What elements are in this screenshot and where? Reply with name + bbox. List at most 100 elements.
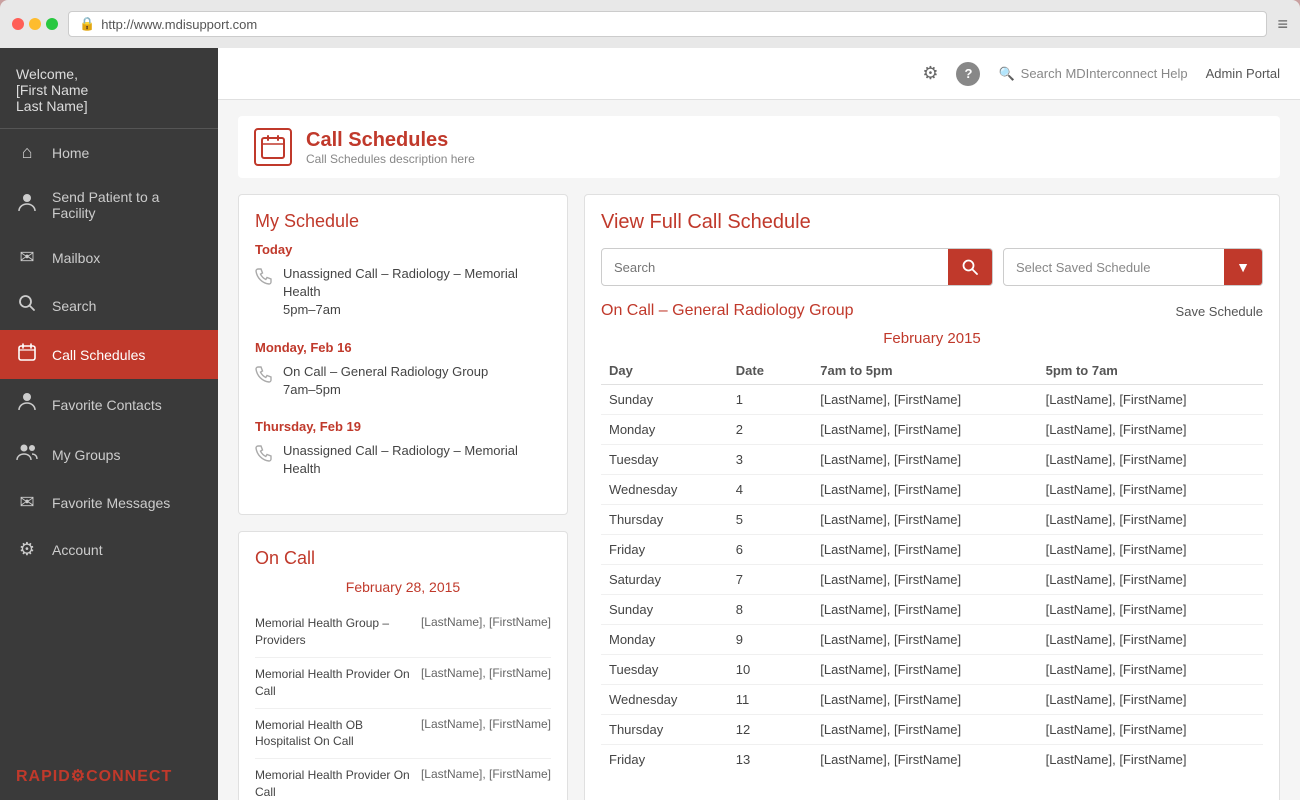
- messages-icon: ✉: [16, 492, 38, 513]
- cell-day: Thursday: [601, 715, 728, 745]
- cell-day: Saturday: [601, 565, 728, 595]
- cell-date: 11: [728, 685, 813, 715]
- sidebar: Welcome, [First Name Last Name] ⌂ Home S…: [0, 48, 218, 800]
- admin-portal-link[interactable]: Admin Portal: [1206, 66, 1280, 81]
- cell-day: Friday: [601, 535, 728, 565]
- dot-close[interactable]: [12, 18, 24, 30]
- sidebar-item-home[interactable]: ⌂ Home: [0, 129, 218, 176]
- schedule-item-feb16: On Call – General Radiology Group7am–5pm: [255, 363, 551, 409]
- cell-date: 4: [728, 475, 813, 505]
- chevron-down-icon[interactable]: ▼: [1224, 249, 1262, 285]
- sidebar-item-label: Home: [52, 145, 89, 161]
- oncall-group: Memorial Health Group – Providers: [255, 615, 421, 649]
- page-header: Call Schedules Call Schedules descriptio…: [238, 116, 1280, 178]
- oncall-name: [LastName], [FirstName]: [421, 666, 551, 680]
- cell-shift2: [LastName], [FirstName]: [1038, 625, 1263, 655]
- cell-date: 8: [728, 595, 813, 625]
- cell-shift1: [LastName], [FirstName]: [812, 595, 1037, 625]
- cell-date: 3: [728, 445, 813, 475]
- schedule-month: February 2015: [601, 330, 1263, 347]
- cell-date: 5: [728, 505, 813, 535]
- page-description: Call Schedules description here: [306, 152, 475, 166]
- cell-shift1: [LastName], [FirstName]: [812, 535, 1037, 565]
- search-submit-button[interactable]: [948, 249, 992, 285]
- cell-shift1: [LastName], [FirstName]: [812, 415, 1037, 445]
- sidebar-item-label: Call Schedules: [52, 347, 145, 363]
- cell-shift2: [LastName], [FirstName]: [1038, 565, 1263, 595]
- cell-shift1: [LastName], [FirstName]: [812, 475, 1037, 505]
- table-row: Friday 6 [LastName], [FirstName] [LastNa…: [601, 535, 1263, 565]
- cell-shift1: [LastName], [FirstName]: [812, 745, 1037, 775]
- sidebar-item-label: Send Patient to a Facility: [52, 189, 202, 221]
- table-row: Thursday 5 [LastName], [FirstName] [Last…: [601, 505, 1263, 535]
- oncall-name: [LastName], [FirstName]: [421, 767, 551, 781]
- browser-chrome: 🔒 http://www.mdisupport.com ≡: [0, 0, 1300, 48]
- sidebar-item-label: Favorite Contacts: [52, 397, 162, 413]
- person-icon: [16, 193, 38, 218]
- oncall-row: Memorial Health Provider On Call[LastNam…: [255, 759, 551, 800]
- cell-day: Monday: [601, 625, 728, 655]
- cell-date: 6: [728, 535, 813, 565]
- oncall-row: Memorial Health Provider On Call[LastNam…: [255, 658, 551, 709]
- dot-minimize[interactable]: [29, 18, 41, 30]
- col-header-shift1: 7am to 5pm: [812, 357, 1037, 385]
- table-row: Tuesday 3 [LastName], [FirstName] [LastN…: [601, 445, 1263, 475]
- help-icon[interactable]: ?: [956, 62, 980, 86]
- oncall-name: [LastName], [FirstName]: [421, 717, 551, 731]
- full-schedule-table: Day Date 7am to 5pm 5pm to 7am Sunday 1 …: [601, 357, 1263, 774]
- sidebar-item-label: My Groups: [52, 447, 120, 463]
- sidebar-item-call-schedules[interactable]: Call Schedules: [0, 330, 218, 379]
- sidebar-nav: ⌂ Home Send Patient to a Facility ✉ Mail…: [0, 129, 218, 752]
- saved-schedule-select[interactable]: Select Saved Schedule: [1004, 252, 1224, 283]
- table-row: Saturday 7 [LastName], [FirstName] [Last…: [601, 565, 1263, 595]
- phone-icon-2: [255, 365, 273, 389]
- group-title: On Call – General Radiology Group: [601, 302, 854, 320]
- oncall-group: Memorial Health Provider On Call: [255, 666, 421, 700]
- table-row: Monday 9 [LastName], [FirstName] [LastNa…: [601, 625, 1263, 655]
- cell-shift2: [LastName], [FirstName]: [1038, 415, 1263, 445]
- sidebar-item-favorite-messages[interactable]: ✉ Favorite Messages: [0, 479, 218, 526]
- url-bar[interactable]: 🔒 http://www.mdisupport.com: [68, 11, 1267, 37]
- cell-shift2: [LastName], [FirstName]: [1038, 595, 1263, 625]
- sidebar-item-account[interactable]: ⚙ Account: [0, 526, 218, 573]
- sidebar-item-mailbox[interactable]: ✉ Mailbox: [0, 234, 218, 281]
- favorite-contacts-icon: [16, 392, 38, 417]
- cell-shift2: [LastName], [FirstName]: [1038, 745, 1263, 775]
- cell-shift1: [LastName], [FirstName]: [812, 445, 1037, 475]
- content-area: Call Schedules Call Schedules descriptio…: [218, 100, 1300, 800]
- cell-date: 12: [728, 715, 813, 745]
- sidebar-item-search[interactable]: Search: [0, 281, 218, 330]
- schedule-search-input[interactable]: [602, 252, 948, 283]
- sidebar-item-send-patient[interactable]: Send Patient to a Facility: [0, 176, 218, 234]
- page-icon: [254, 128, 292, 166]
- top-header: ⚙ ? 🔍 Search MDInterconnect Help Admin P…: [218, 48, 1300, 100]
- cell-day: Friday: [601, 745, 728, 775]
- my-schedule-title: My Schedule: [255, 211, 551, 232]
- cell-date: 9: [728, 625, 813, 655]
- app-container: Welcome, [First Name Last Name] ⌂ Home S…: [0, 48, 1300, 800]
- table-row: Sunday 1 [LastName], [FirstName] [LastNa…: [601, 385, 1263, 415]
- sidebar-item-favorite-contacts[interactable]: Favorite Contacts: [0, 379, 218, 430]
- cell-date: 1: [728, 385, 813, 415]
- settings-icon[interactable]: ⚙: [922, 63, 938, 84]
- cell-shift2: [LastName], [FirstName]: [1038, 385, 1263, 415]
- cell-date: 7: [728, 565, 813, 595]
- oncall-name: [LastName], [FirstName]: [421, 615, 551, 629]
- on-call-card: On Call February 28, 2015 Memorial Healt…: [238, 531, 568, 800]
- browser-menu-icon[interactable]: ≡: [1277, 14, 1288, 35]
- schedule-text-2: On Call – General Radiology Group7am–5pm: [283, 363, 488, 399]
- save-schedule-button[interactable]: Save Schedule: [1176, 304, 1263, 319]
- full-schedule-panel: View Full Call Schedule: [584, 194, 1280, 800]
- cell-shift1: [LastName], [FirstName]: [812, 655, 1037, 685]
- cell-shift1: [LastName], [FirstName]: [812, 385, 1037, 415]
- saved-schedule-wrapper: Select Saved Schedule ▼: [1003, 248, 1263, 286]
- cell-day: Tuesday: [601, 655, 728, 685]
- schedule-text-1: Unassigned Call – Radiology – Memorial H…: [283, 265, 551, 320]
- table-row: Monday 2 [LastName], [FirstName] [LastNa…: [601, 415, 1263, 445]
- sidebar-item-my-groups[interactable]: My Groups: [0, 430, 218, 479]
- header-search[interactable]: 🔍 Search MDInterconnect Help: [998, 66, 1187, 82]
- search-magnifier-icon: 🔍: [998, 66, 1014, 82]
- right-column: View Full Call Schedule: [584, 194, 1280, 800]
- dot-maximize[interactable]: [46, 18, 58, 30]
- url-text: http://www.mdisupport.com: [101, 17, 257, 32]
